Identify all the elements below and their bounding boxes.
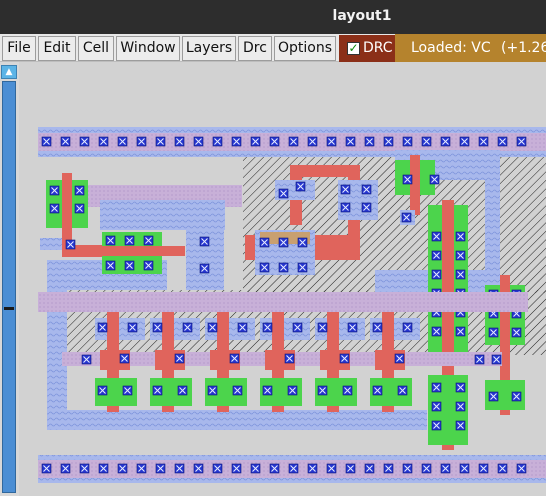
metal1-left-vertical[interactable] [47, 260, 67, 430]
scrollbar-thumb[interactable] [2, 81, 16, 493]
poly-right-top[interactable] [410, 155, 420, 215]
drc-toggle[interactable]: ✓ DRC [339, 35, 395, 62]
metal1-upper-right[interactable] [186, 215, 224, 290]
vertical-scrollbar[interactable]: ▲ [0, 62, 19, 496]
status-readout: Loaded: VC (+1.26 [395, 34, 546, 62]
poly-upper-mid[interactable] [95, 246, 185, 256]
menu-cell[interactable]: Cell [78, 36, 114, 61]
metal1-stub-left[interactable] [40, 238, 65, 250]
window-title: layout1 [332, 8, 392, 24]
cursor-coordinate-text: (+1.26 [501, 40, 546, 56]
menu-bar: File Edit Cell Window Layers Drc Options… [0, 34, 546, 62]
menu-file[interactable]: File [2, 36, 36, 61]
metal1-bottom-bus[interactable] [47, 410, 427, 430]
title-bar: layout1 [0, 0, 546, 34]
loaded-status-text: Loaded: VC [411, 40, 491, 56]
menu-layers[interactable]: Layers [182, 36, 236, 61]
metal1-right-vertical[interactable] [485, 160, 500, 290]
scrollbar-grip-icon [4, 307, 14, 310]
menu-edit[interactable]: Edit [38, 36, 76, 61]
metal2-lower-bus[interactable] [38, 292, 528, 312]
checkbox-checked-icon[interactable]: ✓ [347, 42, 360, 55]
menu-window[interactable]: Window [116, 36, 180, 61]
scroll-up-arrow-icon[interactable]: ▲ [1, 65, 17, 79]
layout-drawing[interactable] [19, 62, 546, 496]
poly-gate-upper-left[interactable] [62, 173, 72, 248]
menu-drc[interactable]: Drc [238, 36, 272, 61]
menu-options[interactable]: Options [274, 36, 336, 61]
layout-editor-window: layout1 File Edit Cell Window Layers Drc… [0, 0, 546, 496]
layout-canvas[interactable] [19, 62, 546, 496]
drc-toggle-label: DRC [363, 40, 393, 56]
